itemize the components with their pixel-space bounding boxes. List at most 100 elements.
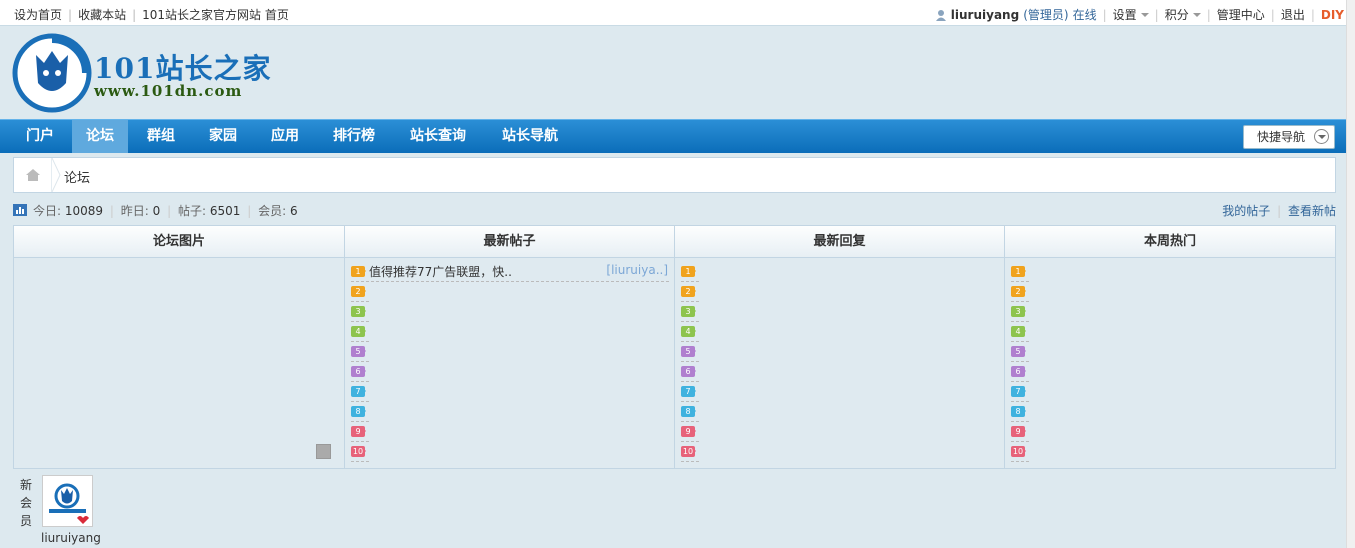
post-author-link[interactable]: [liuruiya..] <box>606 263 668 277</box>
rank-badge: 3 <box>351 306 366 317</box>
rank-badge: 5 <box>1011 346 1026 357</box>
diy-button[interactable]: DIY <box>1321 8 1344 22</box>
rank-badge: 5 <box>351 346 366 357</box>
rank-badge: 6 <box>681 366 696 377</box>
rank-badge: 7 <box>1011 386 1026 397</box>
separator: | <box>1154 7 1159 22</box>
separator: | <box>1270 7 1275 22</box>
post-title-link[interactable]: 值得推荐77广告联盟，快.. <box>369 263 512 280</box>
rank-badge: 10 <box>351 446 366 457</box>
new-member-label: 新会员 <box>20 478 33 528</box>
nav-portal[interactable]: 门户 <box>14 120 66 153</box>
nav-groups[interactable]: 群组 <box>147 120 175 153</box>
new-member-name[interactable]: liuruiyang <box>41 531 101 545</box>
row-divider <box>1011 281 1029 282</box>
forum-images-panel <box>14 258 345 468</box>
admin-center-link[interactable]: 管理中心 <box>1217 6 1265 23</box>
row-divider <box>681 381 699 382</box>
rank-badge: 1 <box>1011 266 1026 277</box>
row-divider <box>681 341 699 342</box>
row-divider <box>681 361 699 362</box>
latest-posts-list: 1 值得推荐77广告联盟，快.. [liuruiya..] 2 3 4 5 6 7 8 9 10 <box>345 258 675 468</box>
slide-control-button[interactable] <box>316 444 331 459</box>
rank-badge: 7 <box>351 386 366 397</box>
nav-webmaster-query[interactable]: 站长查询 <box>410 120 466 153</box>
nav-apps[interactable]: 应用 <box>271 120 299 153</box>
bookmark-site-link[interactable]: 收藏本站 <box>78 6 126 23</box>
row-divider <box>1011 321 1029 322</box>
rank-badge: 4 <box>681 326 696 337</box>
quick-nav-button[interactable]: 快捷导航 <box>1243 125 1335 149</box>
rank-badge: 8 <box>681 406 696 417</box>
row-divider <box>681 421 699 422</box>
separator: | <box>132 7 137 22</box>
rank-badge: 6 <box>351 366 366 377</box>
header-weekly-hot: 本周热门 <box>1005 226 1335 258</box>
rank-badge: 1 <box>351 266 366 277</box>
avatar-logo-icon <box>49 483 89 524</box>
rank-badge: 4 <box>1011 326 1026 337</box>
quick-nav-label: 快捷导航 <box>1257 130 1306 144</box>
top-right-user: liuruiyang (管理员) 在线 | 设置 | 积分 | 管理中心 | 退… <box>935 6 1344 23</box>
rank-badge: 2 <box>681 286 696 297</box>
breadcrumb-current: 论坛 <box>64 171 91 186</box>
row-divider <box>351 441 369 442</box>
home-breadcrumb[interactable] <box>14 158 52 192</box>
points-menu[interactable]: 积分 <box>1165 6 1201 23</box>
nav-webmaster-guide[interactable]: 站长导航 <box>502 120 558 153</box>
site-logo[interactable]: 101站长之家 www.101dn.com <box>12 33 282 113</box>
nav-forum[interactable]: 论坛 <box>72 120 128 153</box>
chart-icon <box>13 204 27 216</box>
row-divider <box>1011 461 1029 462</box>
vertical-scrollbar[interactable] <box>1346 0 1355 548</box>
nav-home[interactable]: 家园 <box>209 120 237 153</box>
online-status-link[interactable]: 在线 <box>1073 6 1097 23</box>
rank-badge: 10 <box>681 446 696 457</box>
forum-stats: 今日: 10089 | 昨日: 0 | 帖子: 6501 | 会员: 6 我的帖… <box>13 202 1336 218</box>
row-divider <box>681 441 699 442</box>
chevron-down-icon <box>1314 129 1329 144</box>
breadcrumb: 论坛 <box>13 157 1336 193</box>
avatar[interactable] <box>42 475 93 527</box>
row-divider <box>1011 361 1029 362</box>
row-divider <box>1011 301 1029 302</box>
my-posts-link[interactable]: 我的帖子 <box>1222 204 1270 218</box>
rank-badge: 9 <box>681 426 696 437</box>
row-divider <box>681 281 699 282</box>
row-divider <box>351 321 369 322</box>
today-value: 10089 <box>64 204 104 218</box>
rank-badge: 10 <box>1011 446 1026 457</box>
row-divider <box>351 381 369 382</box>
stats-text: 今日: 10089 | 昨日: 0 | 帖子: 6501 | 会员: 6 <box>33 204 298 218</box>
main-nav: 门户 论坛 群组 家园 应用 排行榜 站长查询 站长导航 <box>0 119 1346 153</box>
home-icon <box>26 169 40 181</box>
rank-badge: 3 <box>1011 306 1026 317</box>
rank-badge: 6 <box>1011 366 1026 377</box>
rank-badge: 8 <box>1011 406 1026 417</box>
separator: | <box>1206 7 1211 22</box>
logo-url: www.101dn.com <box>94 82 243 100</box>
row-divider <box>351 421 369 422</box>
row-divider <box>351 341 369 342</box>
yesterday-label: 昨日: <box>120 204 149 218</box>
rank-badge: 8 <box>351 406 366 417</box>
username-link[interactable]: liuruiyang <box>951 8 1019 22</box>
user-role: (管理员) <box>1023 8 1069 22</box>
nav-ranking[interactable]: 排行榜 <box>333 120 375 153</box>
logout-link[interactable]: 退出 <box>1281 6 1305 23</box>
rank-badge: 7 <box>681 386 696 397</box>
user-icon <box>935 9 946 21</box>
rank-badge: 2 <box>351 286 366 297</box>
latest-replies-list: 1 2 3 4 5 6 7 8 9 10 <box>675 258 1005 468</box>
row-divider <box>681 461 699 462</box>
rank-badge: 9 <box>351 426 366 437</box>
yesterday-value: 0 <box>152 204 161 218</box>
official-site-link[interactable]: 101站长之家官方网站 首页 <box>142 6 289 23</box>
settings-menu[interactable]: 设置 <box>1113 6 1149 23</box>
row-divider <box>1011 341 1029 342</box>
row-divider <box>351 461 369 462</box>
rank-badge: 9 <box>1011 426 1026 437</box>
set-homepage-link[interactable]: 设为首页 <box>14 6 62 23</box>
row-divider <box>681 321 699 322</box>
view-new-posts-link[interactable]: 查看新帖 <box>1288 204 1336 218</box>
